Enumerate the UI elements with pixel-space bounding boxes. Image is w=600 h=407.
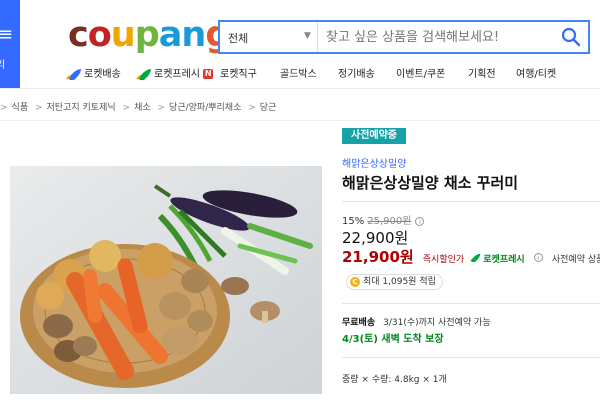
divider [342, 357, 600, 358]
rocket-fresh-icon [470, 253, 481, 264]
coupang-logo[interactable]: coupang [68, 12, 230, 58]
nav-subscription[interactable]: 정기배송 [338, 66, 375, 84]
discount-rate: 15% [342, 216, 365, 227]
rocket-icon [66, 69, 81, 80]
breadcrumb-item[interactable]: 채소 [134, 103, 151, 113]
nav-label: 이벤트/쿠폰 [396, 69, 446, 80]
logo-letter: o [87, 15, 112, 55]
nav-label: 여행/티켓 [516, 69, 557, 80]
search-bar: 전체 ▼ [218, 20, 590, 54]
coin-icon: C [350, 276, 360, 287]
shipping-row: 무료배송 3/31(수)까지 사전예약 가능 [342, 315, 491, 328]
breadcrumb-item[interactable]: 식품 [12, 103, 29, 113]
price: 22,900원 [342, 229, 409, 247]
hamburger-icon: ≡ [0, 24, 14, 45]
nav-label: 기획전 [468, 69, 496, 80]
brand-link[interactable]: 해맑은상상밀양 [342, 155, 406, 170]
breadcrumb-item[interactable]: 당근 [260, 103, 277, 113]
product-title: 해맑은상상밀양 채소 꾸러미 [342, 174, 519, 192]
breadcrumb-divider [0, 120, 600, 121]
nav-label: 정기배송 [338, 69, 375, 80]
breadcrumb: > 식품 > 저탄고지 키토제닉 > 채소 > 당근/양파/뿌리채소 > 당근 [0, 103, 277, 113]
category-menu-label: 리 [0, 60, 6, 71]
sale-price-row: 21,900원 즉시할인가 로켓프레시 i 사전예약 상품 [342, 246, 600, 266]
divider [342, 201, 600, 202]
rocket-fresh-label: 로켓프레시 [483, 255, 525, 265]
chevron-down-icon: ▼ [304, 31, 311, 41]
info-icon[interactable]: i [533, 253, 543, 262]
logo-letter: n [181, 15, 206, 55]
nav-events[interactable]: 이벤트/쿠폰 [396, 66, 445, 84]
instant-discount-label: 즉시할인가 [422, 255, 465, 265]
arrival-guarantee: 4/3(토) 새벽 도착 보장 [342, 334, 444, 345]
category-menu-button[interactable]: ≡ 리 [0, 0, 20, 88]
option-summary: 중량 × 수량: 4.8kg × 1개 [342, 375, 447, 385]
sale-price: 21,900원 [342, 248, 414, 266]
nav-label: 로켓배송 [84, 69, 121, 80]
search-category-select[interactable]: 전체 ▼ [220, 22, 318, 52]
nav-exhibitions[interactable]: 기획전 [468, 66, 496, 84]
rocket-fresh-icon [136, 69, 151, 80]
breadcrumb-item[interactable]: 당근/양파/뿌리채소 [169, 103, 241, 113]
product-image [10, 166, 322, 394]
points-text: 최대 1,095원 적립 [363, 277, 436, 287]
nav-travel[interactable]: 여행/티켓 [516, 66, 556, 84]
preorder-badge: 사전예약중 [342, 128, 406, 144]
breadcrumb-item[interactable]: 저탄고지 키토제닉 [47, 103, 116, 113]
nav-label: 로켓직구 [220, 69, 257, 80]
search-icon[interactable] [560, 26, 582, 48]
points-badge: C 최대 1,095원 적립 [346, 274, 443, 290]
original-price: 25,900원 [367, 216, 412, 227]
search-input[interactable] [326, 22, 550, 52]
logo-letter: a [158, 15, 183, 55]
prebuy-label: 사전예약 상품 [551, 255, 600, 265]
nav-rocket-fresh[interactable]: 로켓프레시 N [136, 66, 214, 84]
logo-letter: u [110, 15, 136, 55]
nav-label: 로켓프레시 [154, 69, 200, 80]
nav-label: 골드박스 [280, 69, 317, 80]
nav-goldbox[interactable]: 골드박스 [280, 66, 317, 84]
discount-row: 15% 25,900원 i [342, 212, 425, 227]
shipping-label: 무료배송 [342, 318, 376, 328]
divider [342, 303, 600, 304]
search-category-value: 전체 [228, 32, 249, 45]
shipping-detail: 3/31(수)까지 사전예약 가능 [383, 318, 491, 328]
logo-letter: c [68, 15, 89, 55]
info-icon[interactable]: i [415, 216, 425, 226]
logo-letter: p [134, 15, 160, 55]
nav-rocket-direct[interactable]: 로켓직구 [220, 66, 257, 84]
header-divider [0, 88, 600, 89]
nav-rocket-delivery[interactable]: 로켓배송 [66, 66, 121, 84]
new-badge: N [203, 69, 214, 79]
